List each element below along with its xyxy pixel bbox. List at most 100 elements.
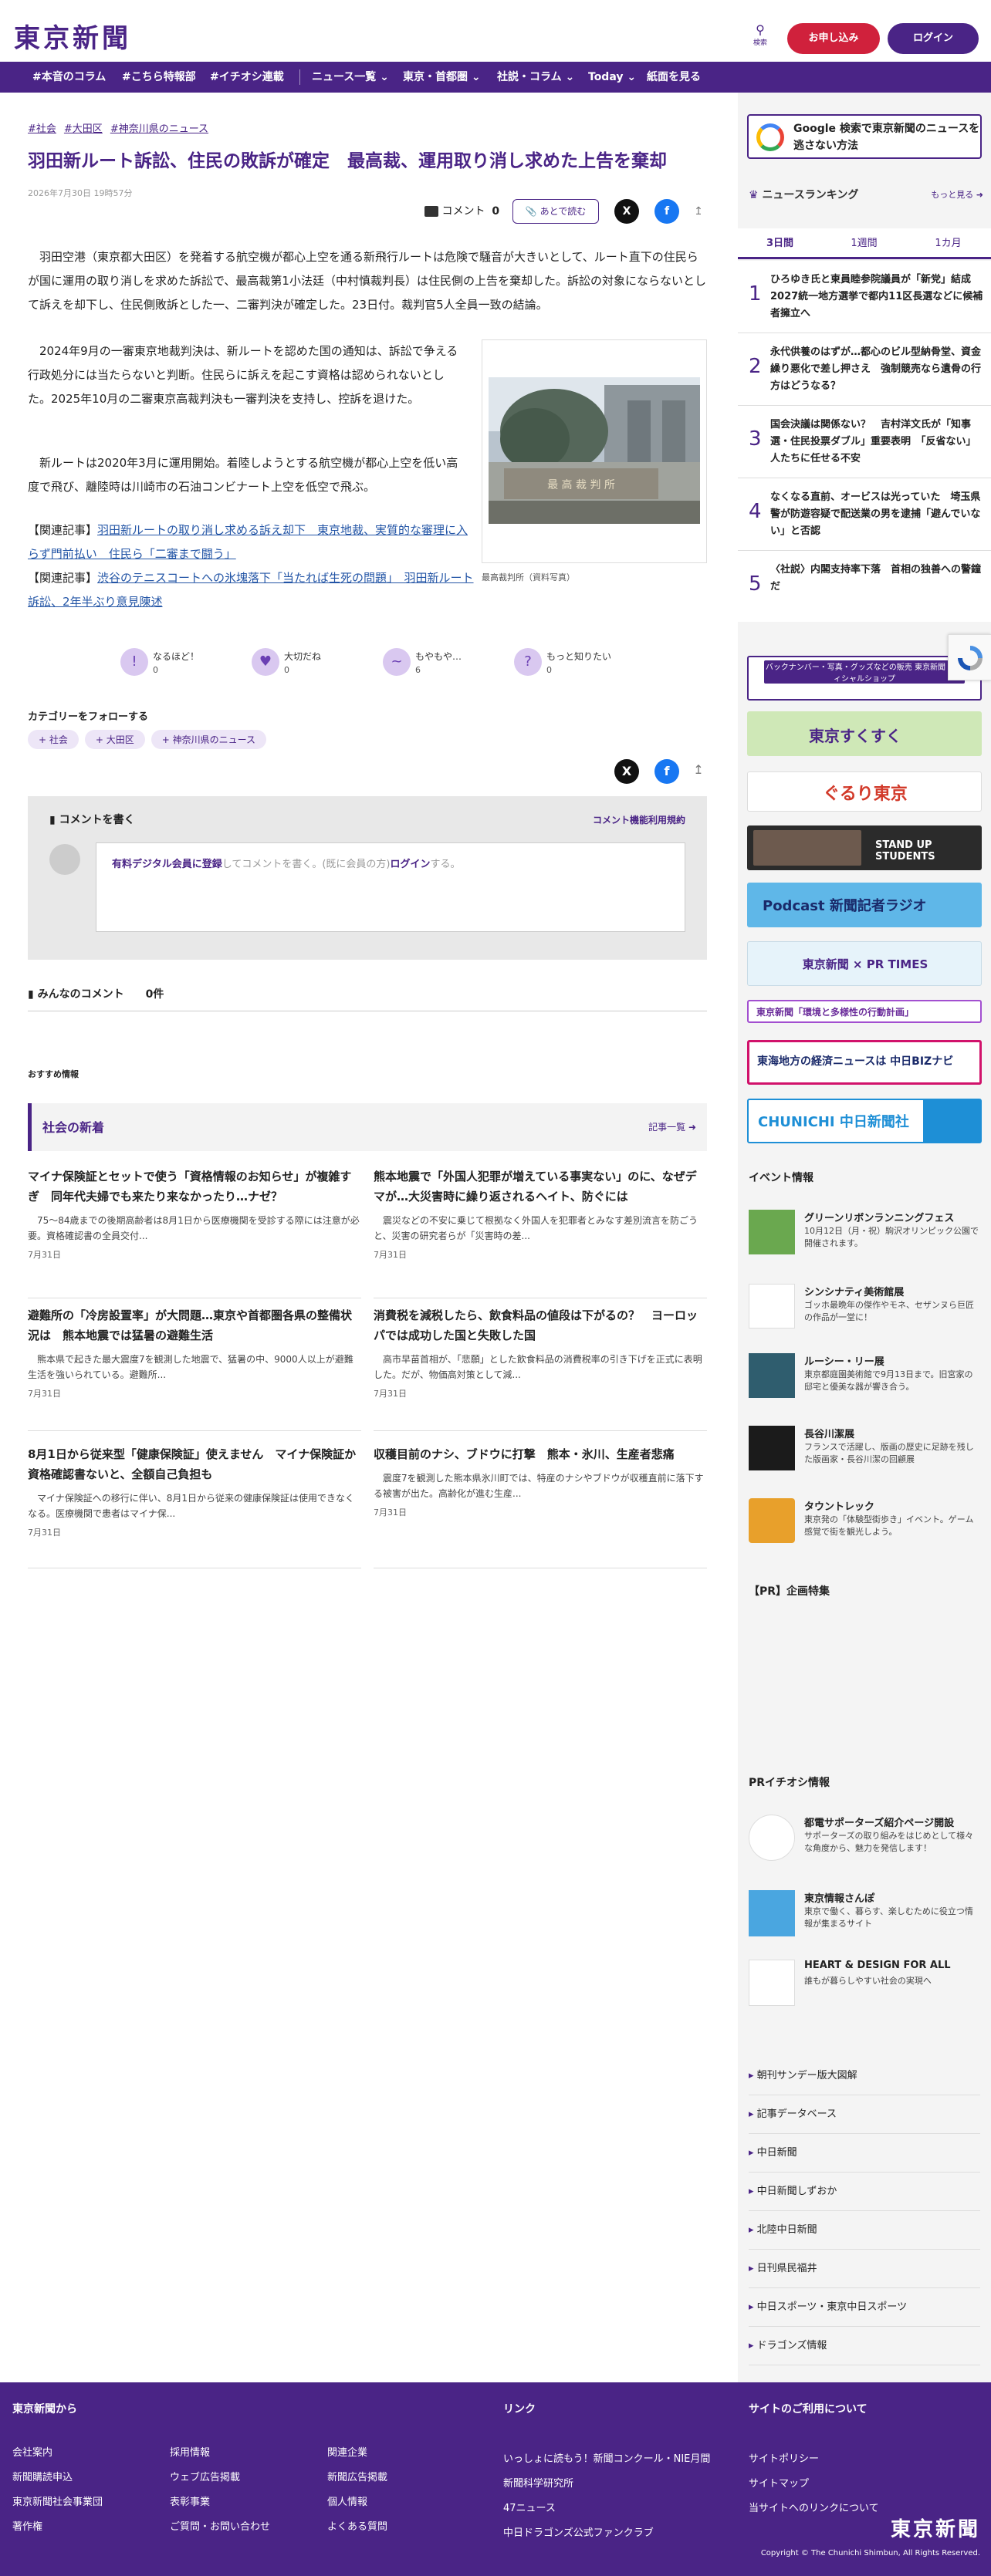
footer-link[interactable]: 採用情報: [170, 2444, 210, 2459]
register-link[interactable]: 有料デジタル会員に登録: [112, 859, 222, 870]
tag-link[interactable]: #神奈川県のニュース: [110, 123, 208, 135]
follow-tag-button[interactable]: + 大田区: [84, 730, 145, 749]
facebook-share-icon[interactable]: f: [654, 199, 679, 224]
official-shop-banner[interactable]: バックナンバー・写真・グッズなどの販売 東京新聞 オフィシャルショップ: [747, 656, 982, 701]
footer-link[interactable]: 新聞購読申込: [12, 2469, 73, 2483]
recaptcha-badge[interactable]: [948, 634, 991, 680]
nav-item-ichioshi[interactable]: #イチオシ連載: [210, 62, 284, 93]
footer-link[interactable]: 関連企業: [327, 2444, 367, 2459]
footer-link[interactable]: 表彰事業: [170, 2493, 210, 2508]
share-icon[interactable]: ↥: [690, 762, 707, 777]
ranking-item[interactable]: 2 永代供養のはずが…都心のビル型納骨堂、資金繰り悪化で差し押さえ 強制競売なら…: [738, 333, 991, 406]
footer-link[interactable]: 新聞科学研究所: [503, 2475, 573, 2490]
pr-item[interactable]: 東京情報さんぽ 東京で働く、暮らす、楽しむために役立つ情報が集まるサイト: [749, 1890, 980, 1944]
reaction-motto[interactable]: ? もっと知りたい 0: [514, 645, 622, 682]
search-button[interactable]: ⚲ 検索: [747, 23, 773, 54]
ranking-item[interactable]: 4 なくなる直前、オービスは光っていた 埼玉県警が防遊容疑で配送業の男を逮捕「避…: [738, 478, 991, 551]
reaction-count: 0: [546, 665, 552, 675]
footer-link[interactable]: 会社案内: [12, 2444, 52, 2459]
ranking-more-link[interactable]: もっと見る ➜: [931, 188, 983, 201]
nav-item-today[interactable]: Today ⌄: [588, 62, 636, 93]
footer-link[interactable]: 当サイトへのリンクについて: [749, 2500, 879, 2514]
site-logo[interactable]: 東京新聞: [14, 17, 131, 55]
nav-item-tokyo[interactable]: 東京・首都圏 ⌄: [403, 62, 481, 93]
footer-link[interactable]: ウェブ広告掲載: [170, 2469, 240, 2483]
sidebar-link[interactable]: 記事データベース: [749, 2095, 980, 2134]
news-card[interactable]: 避難所の「冷房設置率」が大問題…東京や首都圏各県の整備状況は 熊本地震では猛暑の…: [28, 1305, 361, 1431]
stand-up-students-banner[interactable]: STAND UP STUDENTS: [747, 825, 982, 870]
news-card[interactable]: 8月1日から従来型「健康保険証」使えません マイナ保険証か資格確認書ないと、全額…: [28, 1444, 361, 1568]
event-item[interactable]: タウントレック 東京発の「体験型街歩き」イベント。ゲーム感覚で街を観光しよう。: [749, 1498, 980, 1551]
pr-item[interactable]: 都電サポーターズ紹介ページ開設 サポーターズの取り組みをはじめとして様々な角度か…: [749, 1815, 980, 1869]
news-card[interactable]: 消費税を減税したら、飲食料品の値段は下がるの？ ヨーロッパでは成功した国と失敗し…: [374, 1305, 707, 1431]
news-card[interactable]: マイナ保険証とセットで使う「資格情報のお知らせ」が複雑すぎ 同年代夫婦でも来たり…: [28, 1166, 361, 1298]
footer-link[interactable]: サイトマップ: [749, 2475, 809, 2490]
nav-item-editorial[interactable]: 社説・コラム ⌄: [497, 62, 574, 93]
comment-input[interactable]: 有料デジタル会員に登録してコメントを書く。(既に会員の方)ログインする。: [96, 842, 685, 932]
sidebar-link[interactable]: 北陸中日新聞: [749, 2211, 980, 2250]
event-item[interactable]: 長谷川潔展 フランスで活躍し、版画の歴史に足跡を残した版画家・長谷川潔の回顧展: [749, 1426, 980, 1478]
read-later-button[interactable]: 📎 あとで読む: [512, 199, 599, 224]
news-card[interactable]: 熊本地震で「外国人犯罪が増えている事実ない」のに、なぜデマが…大災害時に繰り返さ…: [374, 1166, 707, 1298]
sukusuku-banner[interactable]: 東京すくすく: [747, 711, 982, 756]
event-item[interactable]: シンシナティ美術館展 ゴッホ最晩年の傑作やモネ、セザンヌら巨匠の作品が一堂に！: [749, 1284, 980, 1336]
comment-link[interactable]: コメント 0: [424, 199, 499, 224]
reaction-moyamoya[interactable]: ~ もやもや… 6: [383, 645, 491, 682]
reaction-naruhodo[interactable]: ! なるほど！ 0: [120, 645, 228, 682]
biznavi-banner[interactable]: 東海地方の経済ニュースは 中日BIZナビ: [747, 1040, 982, 1085]
footer-link[interactable]: よくある質問: [327, 2518, 387, 2533]
x-share-icon[interactable]: X: [614, 199, 639, 224]
nav-item-kochira-tokuhobu[interactable]: #こちら特報部: [122, 62, 196, 93]
follow-tag-button[interactable]: + 社会: [28, 730, 79, 749]
comment-rules-link[interactable]: コメント機能利用規約: [593, 813, 685, 826]
share-icon[interactable]: ↥: [690, 199, 707, 224]
supreme-court-photo[interactable]: 最 高 裁 判 所: [489, 377, 700, 524]
event-item[interactable]: グリーンリボンランニングフェス 10月12日（月・祝）駒沢オリンピック公園で開催…: [749, 1210, 980, 1262]
follow-tag-button[interactable]: + 神奈川県のニュース: [151, 730, 267, 749]
sidebar-link[interactable]: 中日スポーツ・東京中日スポーツ: [749, 2288, 980, 2327]
sidebar-link[interactable]: 日刊県民福井: [749, 2250, 980, 2288]
gururi-banner[interactable]: ぐるり東京: [747, 771, 982, 812]
prtimes-banner[interactable]: 東京新聞 × PR TIMES: [747, 941, 982, 986]
footer-link[interactable]: 47ニュース: [503, 2500, 556, 2514]
tab-1week[interactable]: 1週間: [822, 228, 906, 259]
podcast-banner[interactable]: Podcast 新聞記者ラジオ: [747, 883, 982, 927]
action-plan-banner[interactable]: 東京新聞「環境と多様性の行動計画」: [747, 1000, 982, 1023]
section-more-link[interactable]: 記事一覧 ➜: [648, 1120, 696, 1133]
footer-link[interactable]: ご質問・お問い合わせ: [170, 2518, 270, 2533]
footer-logo[interactable]: 東京新聞: [891, 2514, 980, 2542]
pr-item[interactable]: HEART & DESIGN FOR ALL 誰もが暮らしやすい社会の実現へ: [749, 1960, 980, 2014]
event-item[interactable]: ルーシー・リー展 東京都庭園美術館で9月13日まで。旧宮家の邸宅と優美な器が響き…: [749, 1353, 980, 1406]
sidebar-link[interactable]: 中日新聞しずおか: [749, 2173, 980, 2211]
tab-1month[interactable]: 1カ月: [906, 228, 990, 259]
sidebar-link[interactable]: ドラゴンズ情報: [749, 2327, 980, 2365]
login-link[interactable]: ログイン: [391, 859, 431, 870]
reaction-taisetsu[interactable]: ♥ 大切だね 0: [252, 645, 360, 682]
news-card[interactable]: 収穫目前のナシ、ブドウに打撃 熊本・氷川、生産者悲痛 震度7を観測した熊本県氷川…: [374, 1444, 707, 1568]
ranking-item[interactable]: 3 国会決議は関係ない？ 吉村洋文氏が「知事選・住民投票ダブル」重要表明 「反省…: [738, 406, 991, 478]
facebook-share-icon[interactable]: f: [654, 759, 679, 784]
ranking-item[interactable]: 5 〈社説〉内閣支持率下落 首相の独善への警鐘だ: [738, 551, 991, 623]
footer-col-title: 東京新聞から: [12, 2403, 77, 2416]
footer-link[interactable]: 個人情報: [327, 2493, 367, 2508]
footer-link[interactable]: 中日ドラゴンズ公式ファンクラブ: [503, 2524, 654, 2539]
footer-link[interactable]: サイトポリシー: [749, 2450, 819, 2465]
google-search-banner[interactable]: Google 検索で東京新聞のニュースを逃さない方法: [747, 114, 982, 159]
footer-link[interactable]: 新聞広告掲載: [327, 2469, 387, 2483]
sidebar-link[interactable]: 中日新聞: [749, 2134, 980, 2173]
footer-link[interactable]: いっしょに読もう！新聞コンクール・NIE月間: [503, 2450, 710, 2465]
nav-item-honne-column[interactable]: #本音のコラム: [32, 62, 106, 93]
footer-link[interactable]: 東京新聞社会事業団: [12, 2493, 103, 2508]
tag-link[interactable]: #大田区: [64, 123, 103, 135]
ranking-item[interactable]: 1 ひろゆき氏と東員睦参院議員が「新党」結成 2027統一地方選挙で都内11区長…: [738, 261, 991, 333]
x-share-icon[interactable]: X: [614, 759, 639, 784]
footer-link[interactable]: 著作権: [12, 2518, 42, 2533]
nav-item-shimen[interactable]: 紙面を見る: [647, 62, 701, 93]
sidebar-link[interactable]: 朝刊サンデー版大図解: [749, 2057, 980, 2095]
nav-item-news-list[interactable]: ニュース一覧 ⌄: [312, 62, 389, 93]
signup-button[interactable]: お申し込み: [787, 23, 880, 54]
login-button[interactable]: ログイン: [888, 23, 979, 54]
tab-3days[interactable]: 3日間: [738, 228, 822, 259]
tag-link[interactable]: #社会: [28, 123, 56, 135]
chunichi-banner[interactable]: CHUNICHI 中日新聞社: [747, 1099, 982, 1143]
